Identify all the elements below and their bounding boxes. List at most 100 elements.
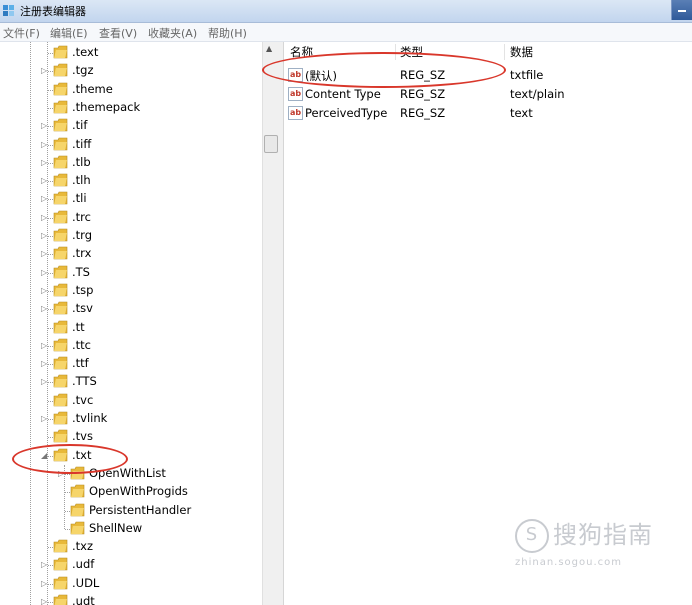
tree-item[interactable]: ▷ .tlb (0, 154, 262, 172)
watermark-title: 搜狗指南 (553, 521, 653, 549)
folder-icon (53, 338, 68, 352)
tree-item[interactable]: ▷ .UDL (0, 575, 262, 593)
value-data: text/plain (510, 87, 565, 101)
value-data: txtfile (510, 68, 544, 82)
tree-item-label: .tvs (72, 429, 93, 444)
tree-item[interactable]: ▷ .tlh (0, 172, 262, 190)
tree-item[interactable]: OpenWithProgids (0, 483, 262, 501)
tree-item-label: OpenWithProgids (89, 484, 188, 499)
tree-item[interactable]: ShellNew (0, 520, 262, 538)
folder-icon (53, 539, 68, 553)
expand-arrow-icon[interactable]: ▷ (41, 598, 47, 605)
expand-arrow-icon[interactable]: ▷ (41, 561, 47, 569)
expand-arrow-icon[interactable]: ▷ (41, 213, 47, 222)
expand-arrow-icon[interactable]: ▷ (41, 67, 47, 75)
tree-item[interactable]: ▷ .tvlink (0, 410, 262, 428)
expand-arrow-icon[interactable]: ▷ (41, 140, 47, 149)
tree-item-label: .tlh (72, 173, 91, 188)
tree-item[interactable]: ▷ .trc (0, 209, 262, 227)
tree-item[interactable]: ▷ .udf (0, 556, 262, 574)
value-type: REG_SZ (400, 106, 446, 120)
scroll-up-icon[interactable]: ▲ (266, 44, 272, 53)
watermark: S 搜狗指南 zhinan.sogou.com (515, 515, 653, 568)
expand-arrow-icon[interactable]: ▷ (41, 232, 47, 240)
tree-scrollbar[interactable]: ▲ (262, 42, 279, 605)
menu-file[interactable]: 文件(F) (3, 25, 40, 41)
expand-arrow-icon[interactable]: ▷ (41, 122, 47, 130)
tree-item-label: .tsp (72, 282, 94, 297)
sogou-logo-icon: S (515, 519, 549, 553)
tree-item[interactable]: ▷ .tsp (0, 282, 262, 300)
expand-arrow-icon[interactable]: ▷ (41, 579, 47, 588)
tree-item[interactable]: ▷ .tli (0, 190, 262, 208)
folder-icon (53, 320, 68, 333)
tree-item[interactable]: .txz (0, 538, 262, 556)
annotation-circle-txt-key (12, 444, 128, 474)
expand-arrow-icon[interactable]: ▷ (41, 268, 47, 277)
expand-arrow-icon[interactable]: ▷ (41, 286, 47, 295)
tree-item[interactable]: ▷ .ttf (0, 355, 262, 373)
expand-arrow-icon[interactable]: ▷ (41, 360, 47, 368)
window-title: 注册表编辑器 (20, 5, 86, 18)
value-row[interactable]: ab PerceivedType REG_SZ text (284, 104, 692, 122)
expand-arrow-icon[interactable]: ▷ (41, 177, 47, 185)
tree-item[interactable]: ▷ .tif (0, 117, 262, 135)
tree-item-label: ShellNew (89, 520, 143, 535)
tree-item-label: .trc (72, 209, 91, 224)
scrollbar-thumb[interactable] (264, 135, 278, 153)
tree-item-label: .TTS (72, 374, 97, 389)
folder-icon (53, 100, 68, 114)
menu-edit[interactable]: 编辑(E) (50, 25, 88, 41)
menu-help[interactable]: 帮助(H) (208, 25, 247, 41)
menu-view[interactable]: 查看(V) (99, 25, 137, 41)
tree-item-label: .trg (72, 228, 92, 242)
expand-arrow-icon[interactable]: ▷ (41, 305, 47, 313)
folder-icon (70, 484, 85, 498)
folder-icon (53, 429, 68, 443)
tree-item[interactable]: .tvs (0, 428, 262, 446)
expand-arrow-icon[interactable]: ▷ (41, 195, 47, 203)
folder-icon (53, 356, 68, 370)
tree-item[interactable]: ▷ .trx (0, 245, 262, 263)
tree-item-label: .tiff (72, 136, 92, 151)
expand-arrow-icon[interactable]: ▷ (41, 415, 47, 423)
tree-item[interactable]: ▷ .ttc (0, 337, 262, 355)
folder-icon (53, 301, 68, 315)
tree-item-label: .text (72, 45, 99, 59)
folder-icon (53, 265, 68, 278)
tree-item[interactable]: ▷ .udt (0, 593, 262, 605)
expand-arrow-icon[interactable]: ▷ (41, 341, 47, 350)
tree-item-label: .txz (72, 539, 94, 554)
column-header-data[interactable]: 数据 (510, 42, 533, 62)
folder-icon (53, 82, 68, 95)
tree-item[interactable]: ▷ .tiff (0, 136, 262, 154)
folder-icon (53, 137, 68, 150)
tree-item-label: .tif (72, 118, 88, 133)
tree-item[interactable]: .themepack (0, 99, 262, 117)
tree-item-label: .trx (72, 246, 92, 261)
tree-item[interactable]: ▷ .tgz (0, 62, 262, 80)
expand-arrow-icon[interactable]: ▷ (41, 378, 47, 386)
expand-arrow-icon[interactable]: ▷ (41, 250, 47, 258)
tree-item[interactable]: .tt (0, 319, 262, 337)
folder-icon (53, 576, 68, 589)
tree-item[interactable]: ▷ .tsv (0, 300, 262, 318)
key-tree[interactable]: .text ▷ .tgz .theme .themepack ▷ .tif ▷ .tiff ▷ .t… (0, 42, 262, 605)
menu-favorites[interactable]: 收藏夹(A) (148, 25, 197, 41)
folder-icon (53, 594, 68, 605)
regedit-app-icon (3, 5, 14, 16)
folder-icon (53, 228, 68, 242)
string-value-icon: ab (288, 87, 303, 101)
tree-item[interactable]: ▷ .trg (0, 227, 262, 245)
tree-item[interactable]: .tvc (0, 392, 262, 410)
column-divider[interactable] (504, 44, 505, 60)
minimize-button[interactable] (671, 0, 692, 20)
tree-item[interactable]: .text (0, 44, 262, 62)
value-row[interactable]: ab Content Type REG_SZ text/plain (284, 85, 692, 103)
tree-item[interactable]: ▷ .TS (0, 264, 262, 282)
tree-item[interactable]: ▷ .TTS (0, 373, 262, 391)
expand-arrow-icon[interactable]: ▷ (41, 158, 47, 167)
tree-item-label: .tsv (72, 301, 93, 316)
tree-item[interactable]: PersistentHandler (0, 502, 262, 520)
tree-item[interactable]: .theme (0, 81, 262, 99)
